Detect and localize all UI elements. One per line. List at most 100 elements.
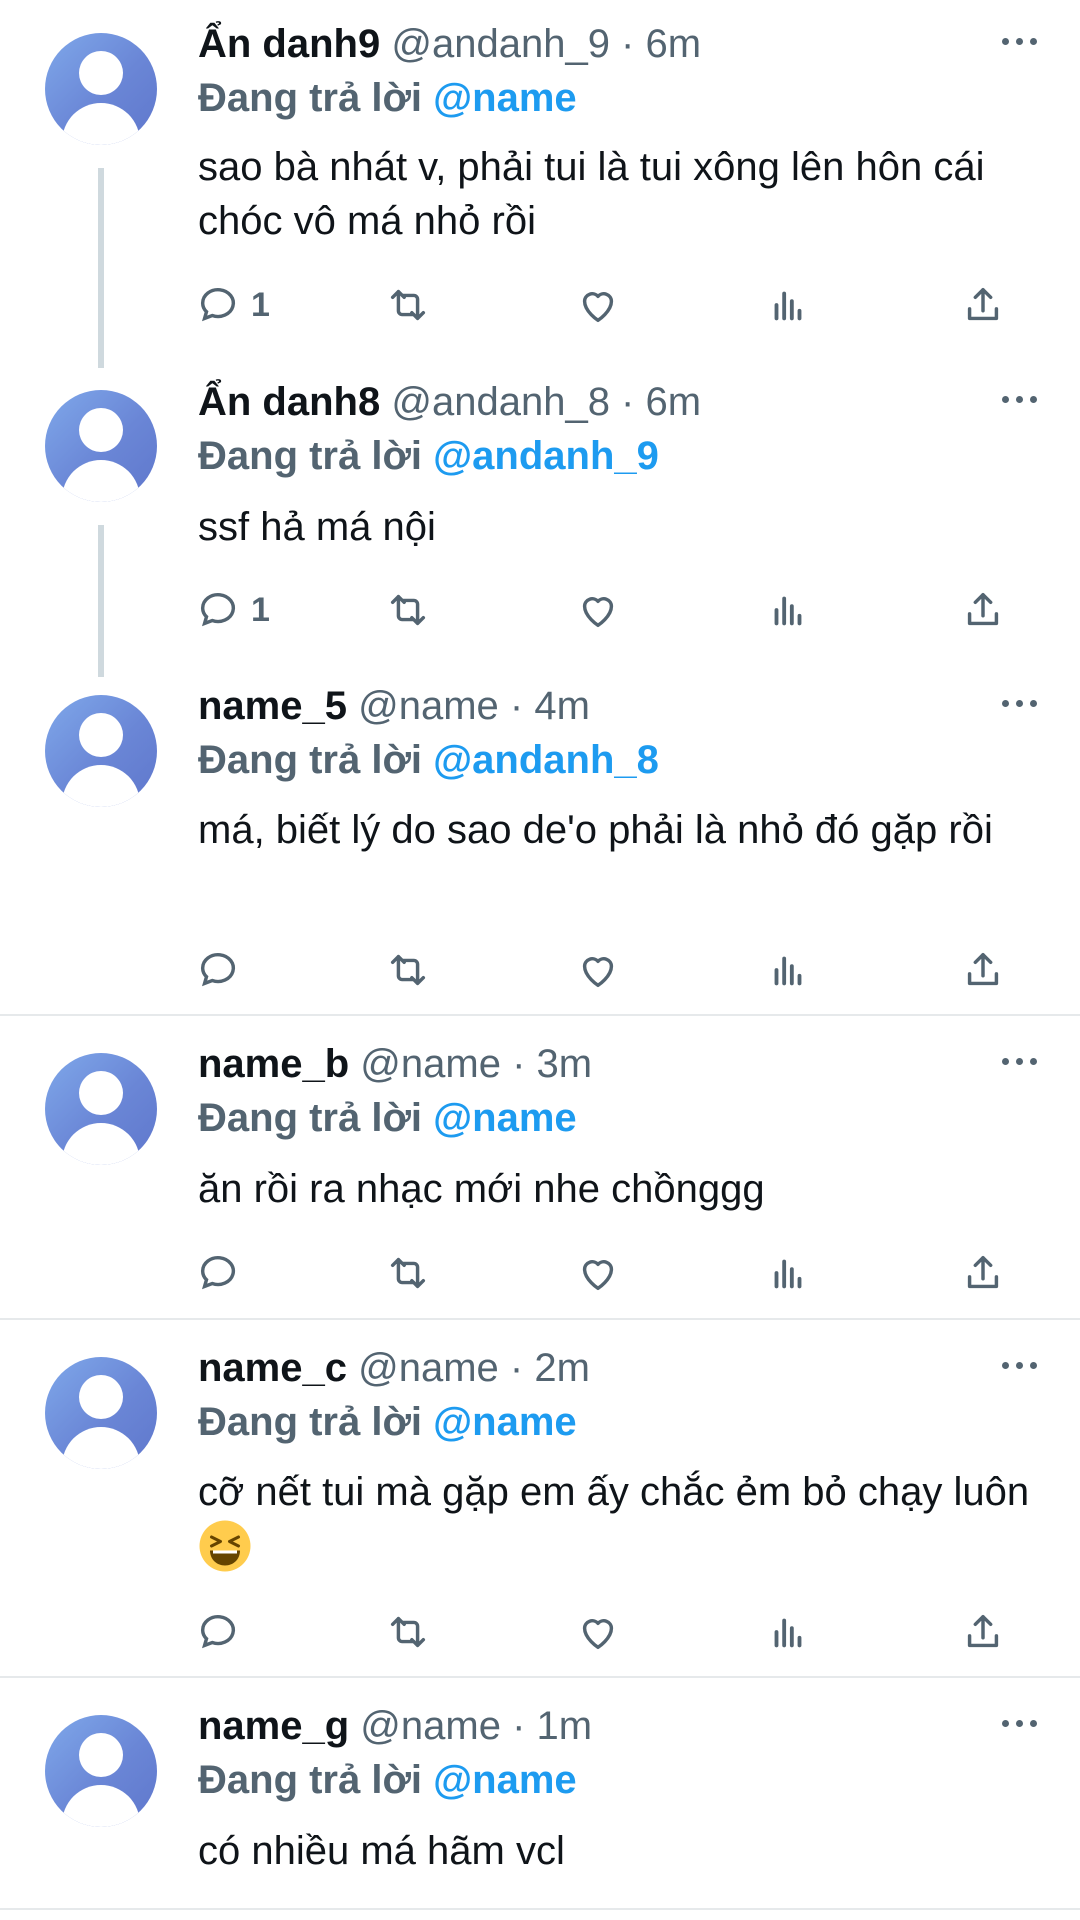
replying-to-handle[interactable]: @name <box>433 76 577 120</box>
share-button[interactable] <box>960 1248 1006 1298</box>
retweet-icon <box>390 289 426 321</box>
tweet-text: ăn rồi ra nhạc mới nhe chồnggg <box>198 1167 765 1211</box>
views-button[interactable] <box>765 1248 811 1298</box>
replying-to: Đang trả lời @name <box>198 74 577 122</box>
retweet-icon <box>390 1616 426 1648</box>
display-name[interactable]: Ẩn danh8 <box>198 380 380 424</box>
like-button[interactable] <box>575 1248 621 1298</box>
more-icon[interactable] <box>1000 378 1040 418</box>
avatar[interactable] <box>45 33 157 145</box>
reply-button[interactable] <box>195 1248 251 1298</box>
reply-icon <box>200 1256 236 1290</box>
tweet-header: name_b @name · 3m <box>198 1040 592 1088</box>
views-icon <box>774 956 802 986</box>
retweet-button[interactable] <box>385 280 431 330</box>
action-bar <box>195 945 1015 995</box>
tweet-header: name_5 @name · 4m <box>198 682 590 730</box>
handle-and-time: @andanh_9 · 6m <box>391 22 702 66</box>
reply-icon <box>200 953 236 987</box>
like-icon <box>582 957 614 988</box>
reply-button[interactable]: 1 <box>195 280 270 330</box>
reply-count: 1 <box>251 590 270 629</box>
retweet-icon <box>390 1257 426 1289</box>
action-bar: 1 <box>195 585 1015 635</box>
more-icon[interactable] <box>1000 682 1040 722</box>
share-icon <box>967 1614 999 1648</box>
replying-to-label: Đang trả lời <box>198 738 423 782</box>
tweet-header: Ẩn danh9 @andanh_9 · 6m <box>198 20 701 68</box>
retweet-button[interactable] <box>385 585 431 635</box>
replying-to-handle[interactable]: @andanh_8 <box>433 738 659 782</box>
tweet-text: cỡ nết tui mà gặp em ấy chắc ẻm bỏ chạy … <box>198 1470 1030 1514</box>
views-button[interactable] <box>765 280 811 330</box>
like-icon <box>582 1619 614 1650</box>
like-button[interactable] <box>575 585 621 635</box>
views-button[interactable] <box>765 945 811 995</box>
replying-to-handle[interactable]: @name <box>433 1096 577 1140</box>
avatar[interactable] <box>45 1053 157 1165</box>
share-icon <box>967 952 999 986</box>
reply-button[interactable]: 1 <box>195 585 270 635</box>
views-button[interactable] <box>765 585 811 635</box>
like-icon <box>582 597 614 628</box>
like-button[interactable] <box>575 280 621 330</box>
grinning-squinting-face-emoji <box>199 1520 251 1572</box>
tweet-text-container: cỡ nết tui mà gặp em ấy chắc ẻm bỏ chạy … <box>198 1465 1038 1575</box>
handle-and-time: @name · 3m <box>360 1042 593 1086</box>
share-icon <box>967 592 999 626</box>
thread-line <box>98 168 104 368</box>
share-button[interactable] <box>960 585 1006 635</box>
reply-button[interactable] <box>195 945 251 995</box>
share-button[interactable] <box>960 945 1006 995</box>
more-icon[interactable] <box>1000 1040 1040 1080</box>
display-name[interactable]: name_c <box>198 1346 347 1390</box>
like-button[interactable] <box>575 945 621 995</box>
replying-to: Đang trả lời @name <box>198 1756 577 1804</box>
replying-to-handle[interactable]: @name <box>433 1400 577 1444</box>
handle-and-time: @andanh_8 · 6m <box>391 380 702 424</box>
retweet-button[interactable] <box>385 1248 431 1298</box>
replying-to-label: Đang trả lời <box>198 1096 423 1140</box>
action-bar <box>195 1607 1015 1657</box>
reply-icon <box>200 288 236 322</box>
share-icon <box>967 287 999 321</box>
replying-to-handle[interactable]: @name <box>433 1758 577 1802</box>
like-button[interactable] <box>575 1607 621 1657</box>
tweet-header: name_c @name · 2m <box>198 1344 590 1392</box>
replying-to-label: Đang trả lời <box>198 1758 423 1802</box>
replying-to-label: Đang trả lời <box>198 76 423 120</box>
reply-icon <box>200 1615 236 1649</box>
avatar[interactable] <box>45 1357 157 1469</box>
views-icon <box>774 1618 802 1648</box>
tweet-text: có nhiều má hãm vcl <box>198 1829 565 1873</box>
share-button[interactable] <box>960 1607 1006 1657</box>
retweet-button[interactable] <box>385 1607 431 1657</box>
tweet-text: má, biết lý do sao de'o phải là nhỏ đó g… <box>198 808 993 852</box>
more-icon[interactable] <box>1000 1702 1040 1742</box>
action-bar <box>195 1248 1015 1298</box>
retweet-button[interactable] <box>385 945 431 995</box>
replying-to-label: Đang trả lời <box>198 1400 423 1444</box>
reply-button[interactable] <box>195 1607 251 1657</box>
reply-icon <box>200 593 236 627</box>
display-name[interactable]: name_g <box>198 1704 349 1748</box>
replying-to: Đang trả lời @name <box>198 1398 577 1446</box>
display-name[interactable]: name_b <box>198 1042 349 1086</box>
more-icon[interactable] <box>1000 1344 1040 1384</box>
divider <box>0 1014 1080 1016</box>
replying-to-handle[interactable]: @andanh_9 <box>433 434 659 478</box>
avatar[interactable] <box>45 1715 157 1827</box>
share-button[interactable] <box>960 280 1006 330</box>
more-icon[interactable] <box>1000 20 1040 60</box>
display-name[interactable]: name_5 <box>198 684 347 728</box>
replying-to: Đang trả lời @andanh_9 <box>198 432 659 480</box>
avatar[interactable] <box>45 695 157 807</box>
share-icon <box>967 1255 999 1289</box>
handle-and-time: @name · 1m <box>360 1704 593 1748</box>
display-name[interactable]: Ẩn danh9 <box>198 22 380 66</box>
views-button[interactable] <box>765 1607 811 1657</box>
avatar[interactable] <box>45 390 157 502</box>
tweet-header: name_g @name · 1m <box>198 1702 592 1750</box>
replying-to: Đang trả lời @name <box>198 1094 577 1142</box>
tweet-text: ssf hả má nội <box>198 505 436 549</box>
